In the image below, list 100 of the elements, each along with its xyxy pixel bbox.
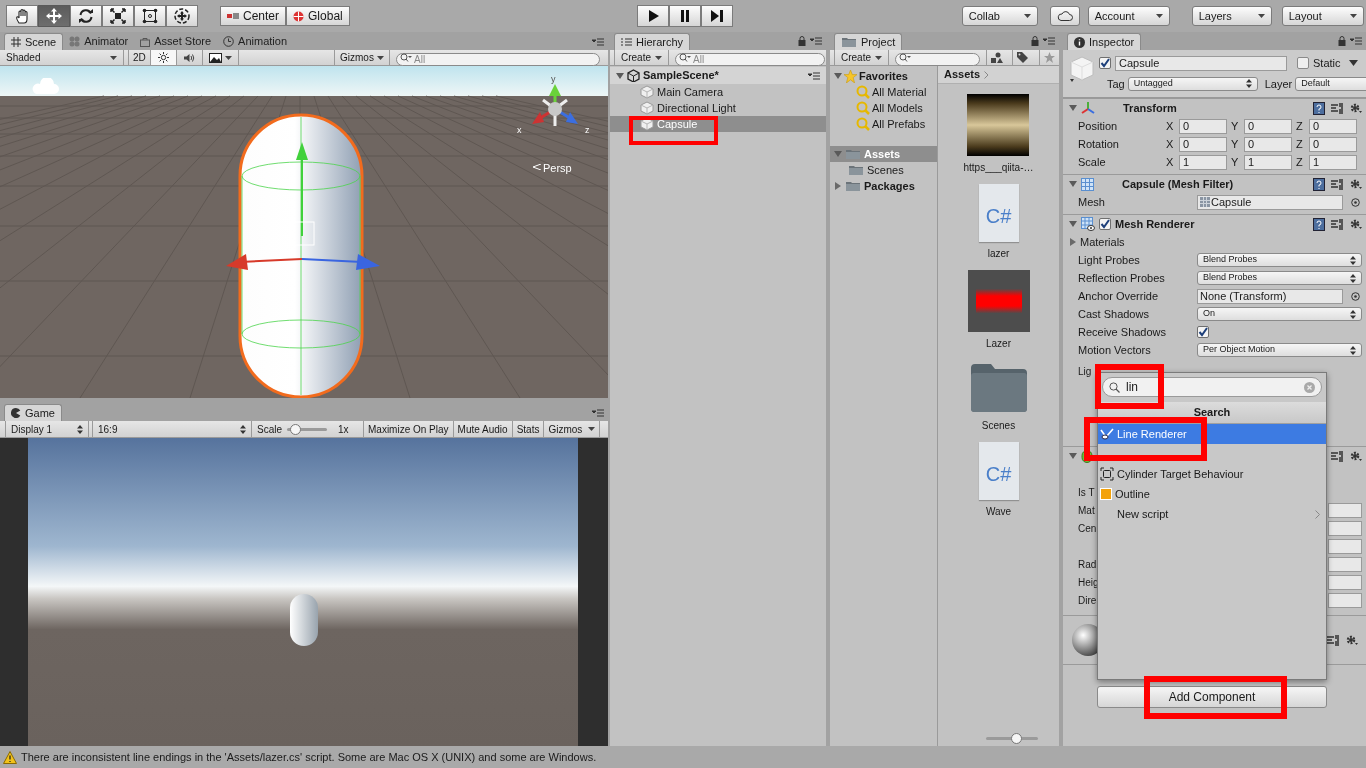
layers-dropdown[interactable]: Layers <box>1191 6 1272 26</box>
panel-tab[interactable]: Inspector <box>1067 33 1142 50</box>
asset-label[interactable]: Wave <box>985 504 1012 519</box>
toggle-button[interactable]: Mute Audio <box>453 421 513 437</box>
panel-menu-icon <box>1043 37 1055 45</box>
dropdown[interactable]: On <box>1197 307 1362 321</box>
tag-dropdown[interactable]: Untagged <box>1127 76 1258 91</box>
caret-icon <box>377 55 384 60</box>
popup-item[interactable]: Outline <box>1098 484 1326 504</box>
add-component-button[interactable]: Add Component <box>1097 686 1327 708</box>
search-field[interactable]: All <box>675 53 825 66</box>
layout-dropdown[interactable]: Layout <box>1281 6 1364 26</box>
rect-tool-icon <box>142 8 158 24</box>
cloud-button[interactable] <box>1049 6 1080 26</box>
text-field[interactable] <box>1328 502 1362 518</box>
text-field[interactable]: 0 <box>1244 136 1292 152</box>
tree-item[interactable]: Packages <box>830 178 937 194</box>
step-button[interactable] <box>700 5 733 27</box>
panel-tab[interactable]: Hierarchy <box>614 33 691 50</box>
play-button[interactable] <box>636 5 669 27</box>
enabled-checkbox[interactable] <box>1099 218 1111 230</box>
search-field[interactable]: lin <box>1102 377 1322 397</box>
lock-icon <box>798 36 806 46</box>
panel-tab[interactable]: Game <box>4 404 62 421</box>
object-field[interactable]: Capsule <box>1197 194 1343 210</box>
pivot-button[interactable]: Center <box>220 6 287 26</box>
gizmos-dropdown[interactable]: Gizmos <box>334 50 390 65</box>
tool-button[interactable] <box>134 5 166 27</box>
text-field[interactable]: 0 <box>1179 118 1227 134</box>
display-dropdown[interactable]: Display 1 <box>5 421 89 437</box>
tool-button[interactable] <box>102 5 134 27</box>
tree-item[interactable]: Favorites <box>859 67 908 85</box>
toggle-button[interactable]: Maximize On Play <box>364 421 454 437</box>
text-field[interactable]: 0 <box>1309 118 1357 134</box>
text-field[interactable]: 1 <box>1179 154 1227 170</box>
pause-button[interactable] <box>668 5 701 27</box>
popup-item[interactable]: Line Renderer <box>1098 424 1326 444</box>
asset-label[interactable]: lazer <box>987 246 1010 261</box>
text-field[interactable]: 1 <box>1309 154 1357 170</box>
dropdown[interactable]: Blend Probes <box>1197 253 1362 267</box>
text-field[interactable]: 0 <box>1244 118 1292 134</box>
panel-tab[interactable]: Animator <box>63 33 135 50</box>
text-field[interactable] <box>1328 574 1362 590</box>
aspect-dropdown[interactable]: 16:9 <box>92 421 252 437</box>
panel-tab[interactable]: Scene <box>4 33 64 50</box>
text-field[interactable] <box>1328 556 1362 572</box>
name-field[interactable]: Capsule <box>1115 55 1287 71</box>
hierarchy-item[interactable]: Directional Light <box>610 100 826 116</box>
search-field[interactable] <box>895 53 980 66</box>
text-field[interactable]: 1 <box>1244 154 1292 170</box>
text-field[interactable]: 0 <box>1309 136 1357 152</box>
text-field[interactable]: 0 <box>1179 136 1227 152</box>
tool-button[interactable] <box>38 5 70 27</box>
dropdown[interactable]: Per Object Motion <box>1197 343 1362 357</box>
panel-tab[interactable]: Project <box>834 33 903 50</box>
popup-item[interactable]: Cylinder Target Behaviour <box>1098 464 1326 484</box>
space-button[interactable]: Global <box>286 6 350 26</box>
panel-tab[interactable]: Animation <box>217 33 293 50</box>
tool-button[interactable] <box>70 5 102 27</box>
gizmos-dropdown[interactable]: Gizmos <box>544 421 601 437</box>
foldout-label[interactable]: Materials <box>1080 233 1125 251</box>
dropdown-arrows-icon <box>77 424 83 434</box>
account-dropdown[interactable]: Account <box>1087 6 1170 26</box>
hierarchy-item[interactable]: Main Camera <box>610 84 826 100</box>
checkbox[interactable] <box>1197 326 1209 338</box>
shading-dropdown[interactable]: Shaded <box>0 50 124 65</box>
tree-item[interactable]: Scenes <box>830 162 937 178</box>
asset-label[interactable]: Lazer <box>986 336 1011 351</box>
object-field[interactable]: None (Transform) <box>1197 288 1343 304</box>
asset-label[interactable]: https___qiita-… <box>963 160 1034 175</box>
popup-item[interactable]: New script <box>1098 504 1326 524</box>
toggle-button[interactable]: Stats <box>512 421 545 437</box>
asset-label[interactable]: Scenes <box>981 418 1016 433</box>
tag-icon <box>1017 52 1029 63</box>
layer-dropdown[interactable]: Default <box>1295 76 1366 91</box>
axis-label: Y <box>1231 118 1240 134</box>
tree-item[interactable]: All Prefabs <box>830 116 937 132</box>
tool-button[interactable] <box>166 5 198 27</box>
axis-label: X <box>1166 154 1175 170</box>
dropdown-arrows-icon <box>1350 273 1356 283</box>
panel-tab[interactable]: Asset Store <box>134 33 218 50</box>
mode-2d-button[interactable]: 2D <box>128 50 151 65</box>
dropdown[interactable]: Blend Probes <box>1197 271 1362 285</box>
collab-dropdown[interactable]: Collab <box>961 6 1038 26</box>
text-field[interactable] <box>1328 520 1362 536</box>
active-checkbox[interactable] <box>1099 57 1111 70</box>
axes-icon <box>1081 101 1095 115</box>
speaker-icon <box>183 52 196 63</box>
text-field[interactable] <box>1328 592 1362 608</box>
text-field[interactable] <box>1328 538 1362 554</box>
tree-item[interactable]: All Material <box>830 84 937 100</box>
tree-item[interactable]: All Models <box>830 100 937 116</box>
square-icon <box>1100 488 1112 500</box>
folder-icon <box>845 180 861 192</box>
search-field[interactable]: All <box>396 53 600 66</box>
chevron-right-icon <box>1315 509 1320 519</box>
tool-button[interactable] <box>6 5 38 27</box>
lighting-toggle[interactable] <box>150 50 177 65</box>
create-dropdown[interactable]: Create <box>614 49 669 66</box>
static-checkbox[interactable] <box>1297 57 1309 70</box>
